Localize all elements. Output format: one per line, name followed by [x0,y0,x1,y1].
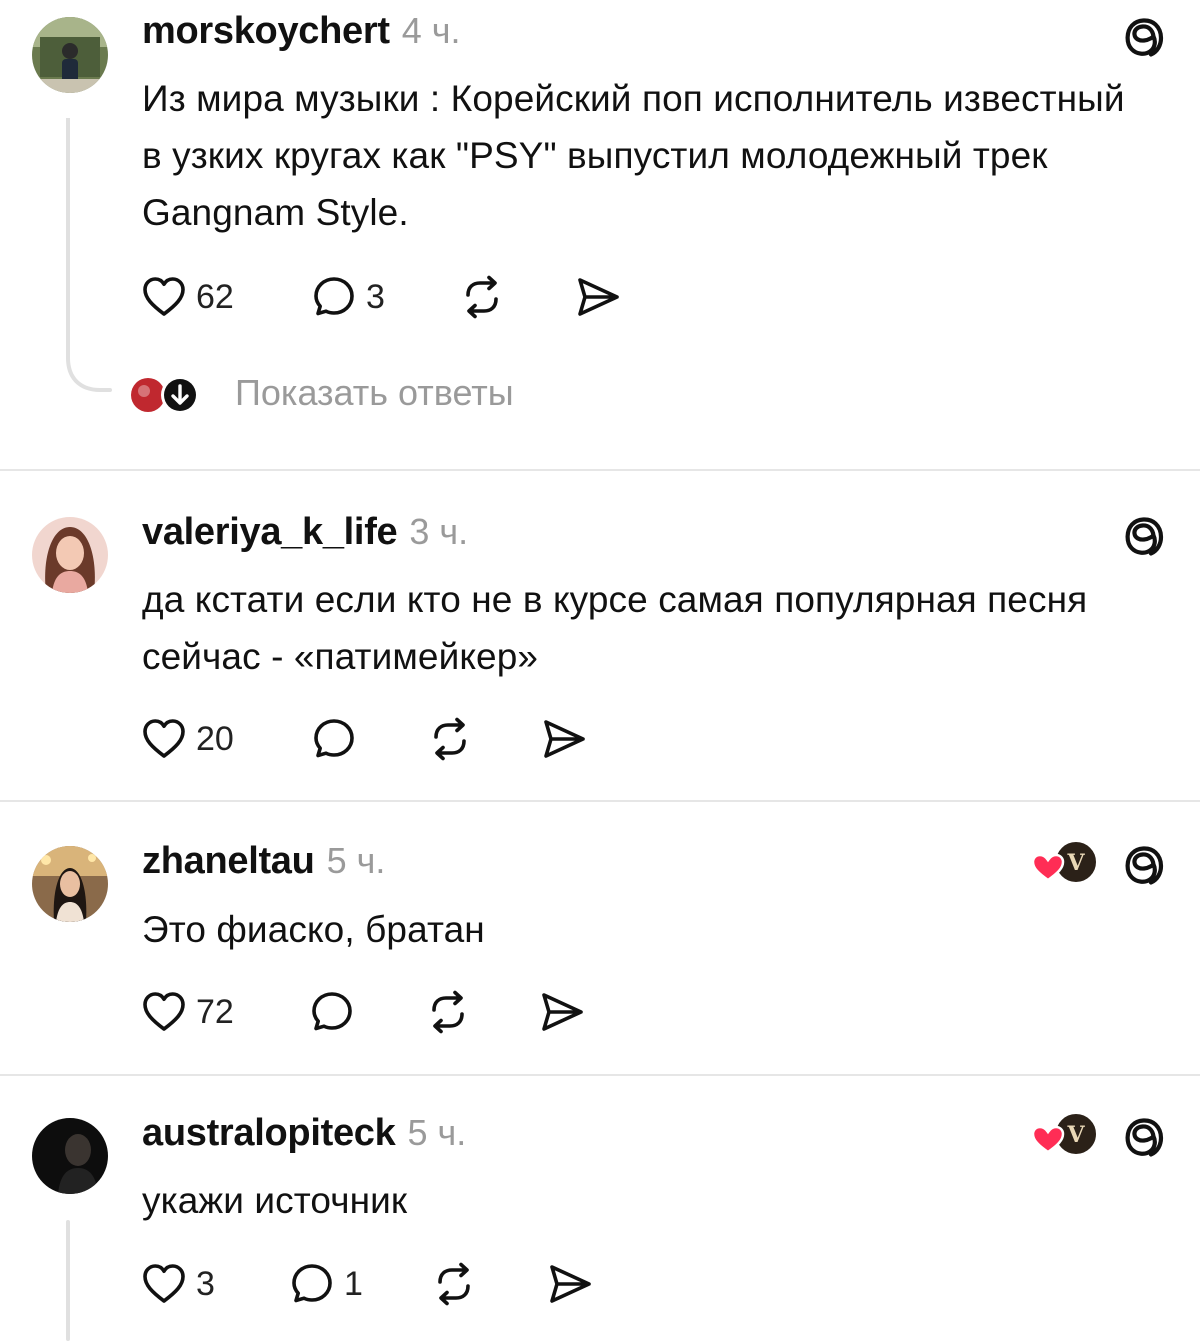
like-button[interactable]: 62 [140,270,234,324]
post-text: да кстати если кто не в курсе самая попу… [142,579,1088,677]
threads-logo-icon[interactable] [1118,1112,1170,1164]
repost-icon [424,988,472,1036]
timestamp: 4 ч. [401,10,461,51]
post-header: morskoychert 4 ч. [142,10,461,60]
reply-button[interactable]: 3 [310,270,385,324]
like-count: 20 [196,719,234,758]
post-morskoycht: morskoychert 4 ч. Из мира музыки : Корей… [0,0,1200,470]
repost-button[interactable] [430,1257,478,1311]
post-text: укажи источник [142,1180,408,1221]
repost-button[interactable] [426,712,474,766]
share-button[interactable] [540,712,588,766]
share-button[interactable] [574,270,622,324]
reply-avatars[interactable] [130,375,199,419]
username[interactable]: zhaneltau [142,840,315,883]
like-count: 62 [196,277,234,316]
threads-logo-icon[interactable] [1118,511,1170,563]
heart-icon [1031,853,1065,882]
send-icon [538,988,586,1036]
repost-icon [458,273,506,321]
timestamp: 5 ч. [326,840,386,881]
like-button[interactable]: 72 [140,985,234,1039]
show-replies-link[interactable]: Показать ответы [235,372,514,414]
post-header: australopiteck 5 ч. [142,1112,466,1162]
share-button[interactable] [546,1257,594,1311]
username[interactable]: morskoychert [142,10,390,53]
avatar[interactable] [32,17,108,93]
liked-by-avatar[interactable]: V [1030,840,1098,884]
speech-bubble-icon [310,715,358,763]
heart-icon [140,715,188,763]
username[interactable]: valeriya_k_life [142,511,398,554]
svg-text:V: V [1066,850,1085,876]
thread-line [66,1220,70,1341]
post-header: valeriya_k_life 3 ч. [142,511,468,561]
post-australopiteck: australopiteck 5 ч. V укажи источник 3 1 [0,1076,1200,1341]
repost-icon [426,715,474,763]
send-icon [540,715,588,763]
avatar[interactable] [32,517,108,593]
repost-icon [430,1260,478,1308]
username[interactable]: australopiteck [142,1112,396,1155]
like-button[interactable]: 3 [140,1257,215,1311]
post-zhaneltau: zhaneltau 5 ч. V Это фиаско, братан 72 [0,802,1200,1074]
speech-bubble-icon [308,988,356,1036]
like-count: 3 [196,1264,215,1303]
liked-by-avatar[interactable]: V [1030,1112,1098,1156]
like-button[interactable]: 20 [140,712,234,766]
threads-logo-icon[interactable] [1118,12,1170,64]
timestamp: 5 ч. [407,1112,467,1153]
send-icon [574,273,622,321]
share-button[interactable] [538,985,586,1039]
svg-text:V: V [1066,1122,1085,1148]
avatar[interactable] [32,846,108,922]
avatar[interactable] [32,1118,108,1194]
reply-count: 1 [344,1264,363,1303]
reply-button[interactable] [310,712,358,766]
send-icon [546,1260,594,1308]
post-valeriya: valeriya_k_life 3 ч. да кстати если кто … [0,471,1200,801]
timestamp: 3 ч. [409,511,469,552]
reply-button[interactable] [308,985,356,1039]
reply-button[interactable]: 1 [288,1257,363,1311]
post-text: Это фиаско, братан [142,909,485,950]
thread-line [66,118,112,392]
heart-icon [1031,1125,1065,1154]
repost-button[interactable] [458,270,506,324]
post-text: Из мира музыки : Корейский поп исполните… [142,78,1125,233]
reply-count: 3 [366,277,385,316]
threads-logo-icon[interactable] [1118,840,1170,892]
speech-bubble-icon [310,273,358,321]
heart-icon [140,988,188,1036]
repost-button[interactable] [424,985,472,1039]
post-header: zhaneltau 5 ч. [142,840,385,890]
heart-icon [140,1260,188,1308]
heart-icon [140,273,188,321]
like-count: 72 [196,992,234,1031]
speech-bubble-icon [288,1260,336,1308]
